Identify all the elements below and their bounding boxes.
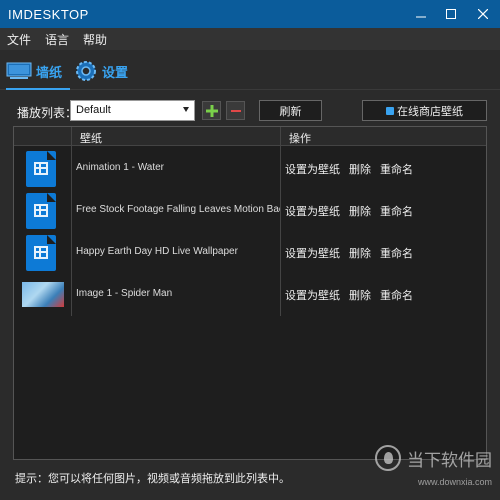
menu-language[interactable]: 语言 bbox=[38, 31, 76, 48]
row-actions: 设置为壁纸 删除 重命名 bbox=[285, 287, 413, 303]
add-playlist-button[interactable] bbox=[202, 101, 221, 120]
tab-wallpaper-label: 墙纸 bbox=[36, 64, 63, 80]
watermark-text: 当下软件园 bbox=[407, 450, 492, 470]
list-item[interactable]: Free Stock Footage Falling Leaves Motion… bbox=[14, 190, 486, 232]
row-actions: 设置为壁纸 删除 重命名 bbox=[285, 203, 413, 219]
watermark: 当下软件园 bbox=[375, 445, 492, 471]
rename-button[interactable]: 重命名 bbox=[380, 203, 413, 219]
list-item[interactable]: Animation 1 - Water 设置为壁纸 删除 重命名 bbox=[14, 148, 486, 190]
close-icon bbox=[478, 9, 488, 19]
menu-file[interactable]: 文件 bbox=[0, 31, 38, 48]
delete-button[interactable]: 删除 bbox=[349, 287, 371, 303]
wallpaper-name: Happy Earth Day HD Live Wallpaper bbox=[76, 246, 238, 257]
video-file-icon bbox=[24, 193, 58, 229]
wallpaper-list: 壁纸 操作 Animation 1 - Water 设置为壁纸 删除 重命名 F… bbox=[13, 126, 487, 460]
list-header: 壁纸 操作 bbox=[14, 127, 486, 146]
maximize-icon bbox=[446, 9, 456, 19]
minimize-button[interactable] bbox=[406, 0, 436, 28]
column-header-wallpaper[interactable]: 壁纸 bbox=[80, 130, 102, 146]
title-bar: IMDESKTOP bbox=[0, 0, 500, 28]
wallpaper-name: Animation 1 - Water bbox=[76, 162, 164, 173]
playlist-label: 播放列表： bbox=[17, 106, 78, 120]
delete-button[interactable]: 删除 bbox=[349, 161, 371, 177]
set-wallpaper-button[interactable]: 设置为壁纸 bbox=[285, 161, 340, 177]
tab-settings[interactable]: 设置 bbox=[74, 56, 144, 86]
monitor-icon bbox=[6, 62, 32, 79]
online-store-button[interactable]: 在线商店壁纸 bbox=[362, 100, 487, 121]
tab-bar: 墙纸 设置 bbox=[0, 50, 500, 90]
rename-button[interactable]: 重命名 bbox=[380, 161, 413, 177]
shopping-bag-icon bbox=[386, 106, 394, 115]
set-wallpaper-button[interactable]: 设置为壁纸 bbox=[285, 287, 340, 303]
online-store-label: 在线商店壁纸 bbox=[397, 105, 463, 118]
list-item[interactable]: Image 1 - Spider Man 设置为壁纸 删除 重命名 bbox=[14, 274, 486, 316]
playlist-selected-value: Default bbox=[76, 104, 111, 116]
image-thumbnail bbox=[22, 282, 64, 307]
tab-wallpaper[interactable]: 墙纸 bbox=[6, 56, 70, 90]
video-file-icon bbox=[24, 151, 58, 187]
rename-button[interactable]: 重命名 bbox=[380, 287, 413, 303]
column-header-actions[interactable]: 操作 bbox=[289, 130, 311, 146]
delete-button[interactable]: 删除 bbox=[349, 203, 371, 219]
set-wallpaper-button[interactable]: 设置为壁纸 bbox=[285, 245, 340, 261]
playlist-select[interactable]: Default bbox=[70, 100, 195, 121]
video-file-icon bbox=[24, 235, 58, 271]
window-controls bbox=[406, 0, 500, 28]
app-title: IMDESKTOP bbox=[8, 6, 89, 22]
menu-bar: 文件 语言 帮助 bbox=[0, 28, 500, 50]
wallpaper-name: Image 1 - Spider Man bbox=[76, 288, 173, 299]
plus-icon bbox=[205, 104, 218, 117]
chevron-down-icon bbox=[183, 107, 189, 112]
tab-settings-label: 设置 bbox=[102, 64, 129, 80]
close-button[interactable] bbox=[466, 0, 500, 28]
hint-text: 提示：您可以将任何图片，视频或音频拖放到此列表中。 bbox=[15, 473, 290, 485]
rename-button[interactable]: 重命名 bbox=[380, 245, 413, 261]
gear-icon bbox=[76, 61, 96, 81]
row-actions: 设置为壁纸 删除 重命名 bbox=[285, 161, 413, 177]
row-actions: 设置为壁纸 删除 重命名 bbox=[285, 245, 413, 261]
active-tab-indicator bbox=[6, 88, 70, 90]
minus-icon bbox=[230, 109, 241, 112]
set-wallpaper-button[interactable]: 设置为壁纸 bbox=[285, 203, 340, 219]
delete-button[interactable]: 删除 bbox=[349, 245, 371, 261]
refresh-button[interactable]: 刷新 bbox=[259, 100, 322, 121]
minimize-icon bbox=[416, 16, 426, 18]
watermark-logo-icon bbox=[375, 445, 401, 471]
maximize-button[interactable] bbox=[436, 0, 466, 28]
menu-help[interactable]: 帮助 bbox=[76, 31, 114, 48]
remove-playlist-button[interactable] bbox=[226, 101, 245, 120]
wallpaper-name: Free Stock Footage Falling Leaves Motion… bbox=[76, 204, 280, 215]
list-item[interactable]: Happy Earth Day HD Live Wallpaper 设置为壁纸 … bbox=[14, 232, 486, 274]
watermark-url: www.downxia.com bbox=[417, 477, 492, 487]
